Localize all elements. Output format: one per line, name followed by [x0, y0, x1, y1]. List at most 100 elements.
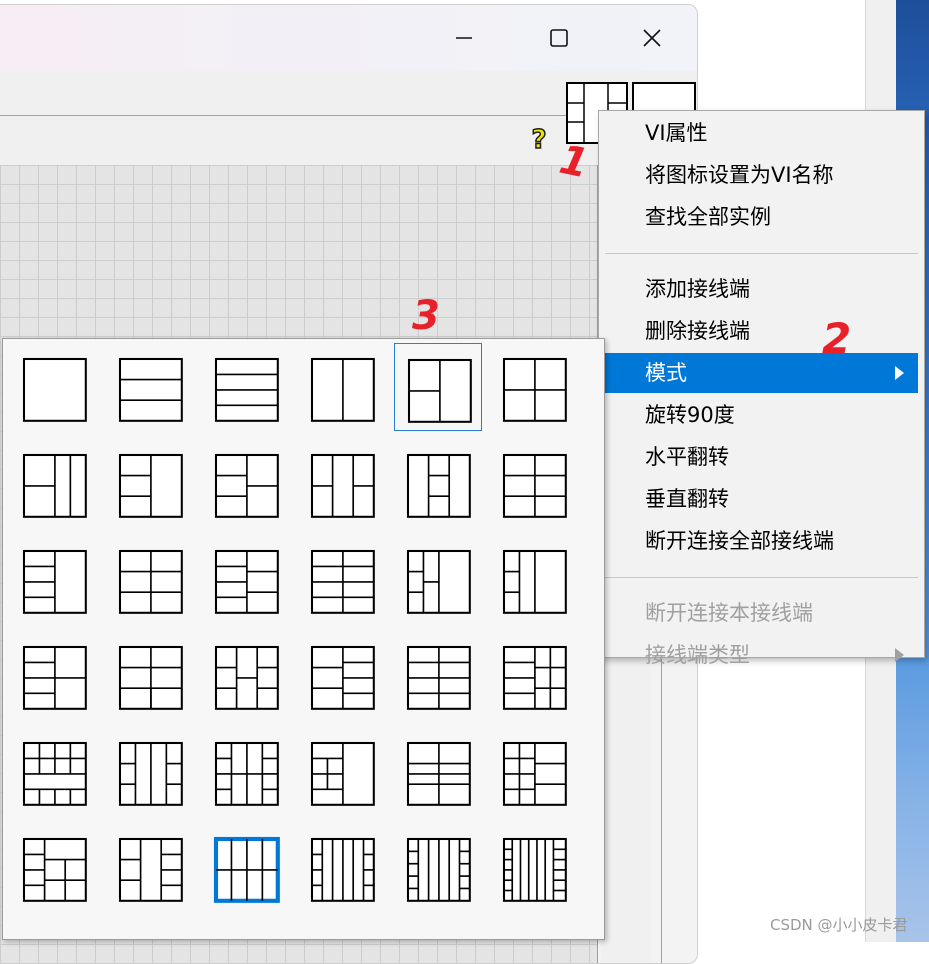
connector-pattern-icon	[22, 645, 87, 710]
minimize-button[interactable]	[441, 21, 487, 55]
connector-pattern-4-0[interactable]	[10, 727, 98, 815]
connector-pattern-icon	[214, 645, 279, 710]
title-bar	[0, 5, 697, 71]
connector-pattern-5-4[interactable]	[394, 823, 482, 911]
connector-pattern-5-0[interactable]	[10, 823, 98, 911]
connector-pattern-5-2[interactable]	[202, 823, 290, 911]
menu-item-label: 断开连接本接线端	[645, 601, 813, 625]
connector-pattern-4-5[interactable]	[490, 727, 578, 815]
chevron-right-icon	[895, 366, 904, 380]
connector-pattern-2-2[interactable]	[202, 535, 290, 623]
connector-pattern-4-1[interactable]	[106, 727, 194, 815]
connector-pattern-5-3[interactable]	[298, 823, 386, 911]
connector-pattern-4-3[interactable]	[298, 727, 386, 815]
connector-pattern-3-3[interactable]	[298, 631, 386, 719]
annotation-step-3: 3	[412, 293, 440, 339]
connector-pattern-4-2[interactable]	[202, 727, 290, 815]
connector-pattern-2-0[interactable]	[10, 535, 98, 623]
connector-pattern-1-3[interactable]	[298, 439, 386, 527]
connector-pattern-2-3[interactable]	[298, 535, 386, 623]
menu-item-label: VI属性	[645, 121, 708, 145]
menu-item-8[interactable]: 水平翻转	[605, 437, 918, 477]
menu-item-10[interactable]: 断开连接全部接线端	[605, 521, 918, 561]
connector-pattern-icon	[214, 357, 279, 422]
close-icon	[643, 29, 661, 47]
connector-pattern-icon	[310, 453, 375, 518]
menu-item-0[interactable]: VI属性	[605, 113, 918, 153]
connector-pattern-0-1[interactable]	[106, 343, 194, 431]
menu-item-1[interactable]: 将图标设置为VI名称	[605, 155, 918, 195]
menu-item-label: 查找全部实例	[645, 205, 771, 229]
watermark: CSDN @小小皮卡君	[770, 916, 908, 934]
menu-item-label: 将图标设置为VI名称	[645, 163, 834, 187]
connector-pattern-0-2[interactable]	[202, 343, 290, 431]
question-mark-icon[interactable]: ?	[527, 125, 551, 155]
connector-pattern-0-0[interactable]	[10, 343, 98, 431]
connector-pattern-icon	[406, 741, 471, 806]
connector-pattern-icon	[22, 549, 87, 614]
connector-pattern-5-1[interactable]	[106, 823, 194, 911]
menu-item-label: 删除接线端	[645, 319, 750, 343]
connector-pattern-1-0[interactable]	[10, 439, 98, 527]
connector-pattern-1-4[interactable]	[394, 439, 482, 527]
connector-pattern-icon	[310, 549, 375, 614]
menu-item-4[interactable]: 添加接线端	[605, 269, 918, 309]
menu-item-2[interactable]: 查找全部实例	[605, 197, 918, 237]
menu-item-label: 模式	[645, 361, 687, 385]
connector-pattern-icon	[118, 357, 183, 422]
menu-item-13: 接线端类型	[605, 635, 918, 675]
connector-pattern-icon	[406, 645, 471, 710]
menu-item-7[interactable]: 旋转90度	[605, 395, 918, 435]
connector-pattern-icon	[214, 549, 279, 614]
connector-pattern-icon	[118, 837, 183, 902]
menu-item-label: 水平翻转	[645, 445, 729, 469]
connector-pattern-2-1[interactable]	[106, 535, 194, 623]
maximize-icon	[550, 29, 568, 47]
connector-pattern-2-4[interactable]	[394, 535, 482, 623]
connector-pattern-icon	[502, 357, 567, 422]
connector-pattern-2-5[interactable]	[490, 535, 578, 623]
connector-pattern-0-5[interactable]	[490, 343, 578, 431]
connector-pattern-3-0[interactable]	[10, 631, 98, 719]
connector-pattern-0-4[interactable]	[394, 343, 482, 431]
connector-pattern-icon	[310, 645, 375, 710]
connector-pattern-icon	[502, 645, 567, 710]
menu-item-label: 垂直翻转	[645, 487, 729, 511]
connector-pattern-icon	[213, 836, 280, 903]
menu-item-6[interactable]: 模式	[605, 353, 918, 393]
connector-pattern-icon	[22, 453, 87, 518]
connector-pattern-1-2[interactable]	[202, 439, 290, 527]
connector-pattern-1-5[interactable]	[490, 439, 578, 527]
connector-pattern-icon	[22, 741, 87, 806]
menu-item-label: 断开连接全部接线端	[645, 529, 834, 553]
close-button[interactable]	[629, 21, 675, 55]
connector-pattern-icon	[22, 837, 87, 902]
connector-pattern-icon	[502, 837, 567, 902]
connector-pattern-icon	[502, 549, 567, 614]
connector-pattern-icon	[406, 453, 471, 518]
menu-item-label: 添加接线端	[645, 277, 750, 301]
connector-pattern-3-1[interactable]	[106, 631, 194, 719]
connector-pattern-3-2[interactable]	[202, 631, 290, 719]
context-menu: VI属性将图标设置为VI名称 查找全部实例 添加接线端删除接线端模式旋转90度水平翻…	[598, 110, 925, 667]
connector-pattern-3-5[interactable]	[490, 631, 578, 719]
connector-pattern-3-4[interactable]	[394, 631, 482, 719]
menu-item-5[interactable]: 删除接线端	[605, 311, 918, 351]
connector-pattern-icon	[118, 741, 183, 806]
connector-pattern-1-1[interactable]	[106, 439, 194, 527]
maximize-button[interactable]	[536, 21, 582, 55]
connector-pattern-palette	[2, 338, 605, 940]
connector-pattern-5-5[interactable]	[490, 823, 578, 911]
chevron-right-icon	[895, 648, 904, 662]
connector-pattern-icon	[407, 358, 472, 423]
connector-pattern-4-4[interactable]	[394, 727, 482, 815]
connector-pattern-icon	[118, 453, 183, 518]
connector-pattern-0-3[interactable]	[298, 343, 386, 431]
annotation-step-2: 2	[822, 314, 852, 363]
connector-pattern-icon	[502, 453, 567, 518]
connector-pattern-icon	[406, 837, 471, 902]
connector-pattern-icon	[214, 453, 279, 518]
menu-item-label: 旋转90度	[645, 403, 735, 427]
connector-pattern-icon	[406, 549, 471, 614]
menu-item-9[interactable]: 垂直翻转	[605, 479, 918, 519]
